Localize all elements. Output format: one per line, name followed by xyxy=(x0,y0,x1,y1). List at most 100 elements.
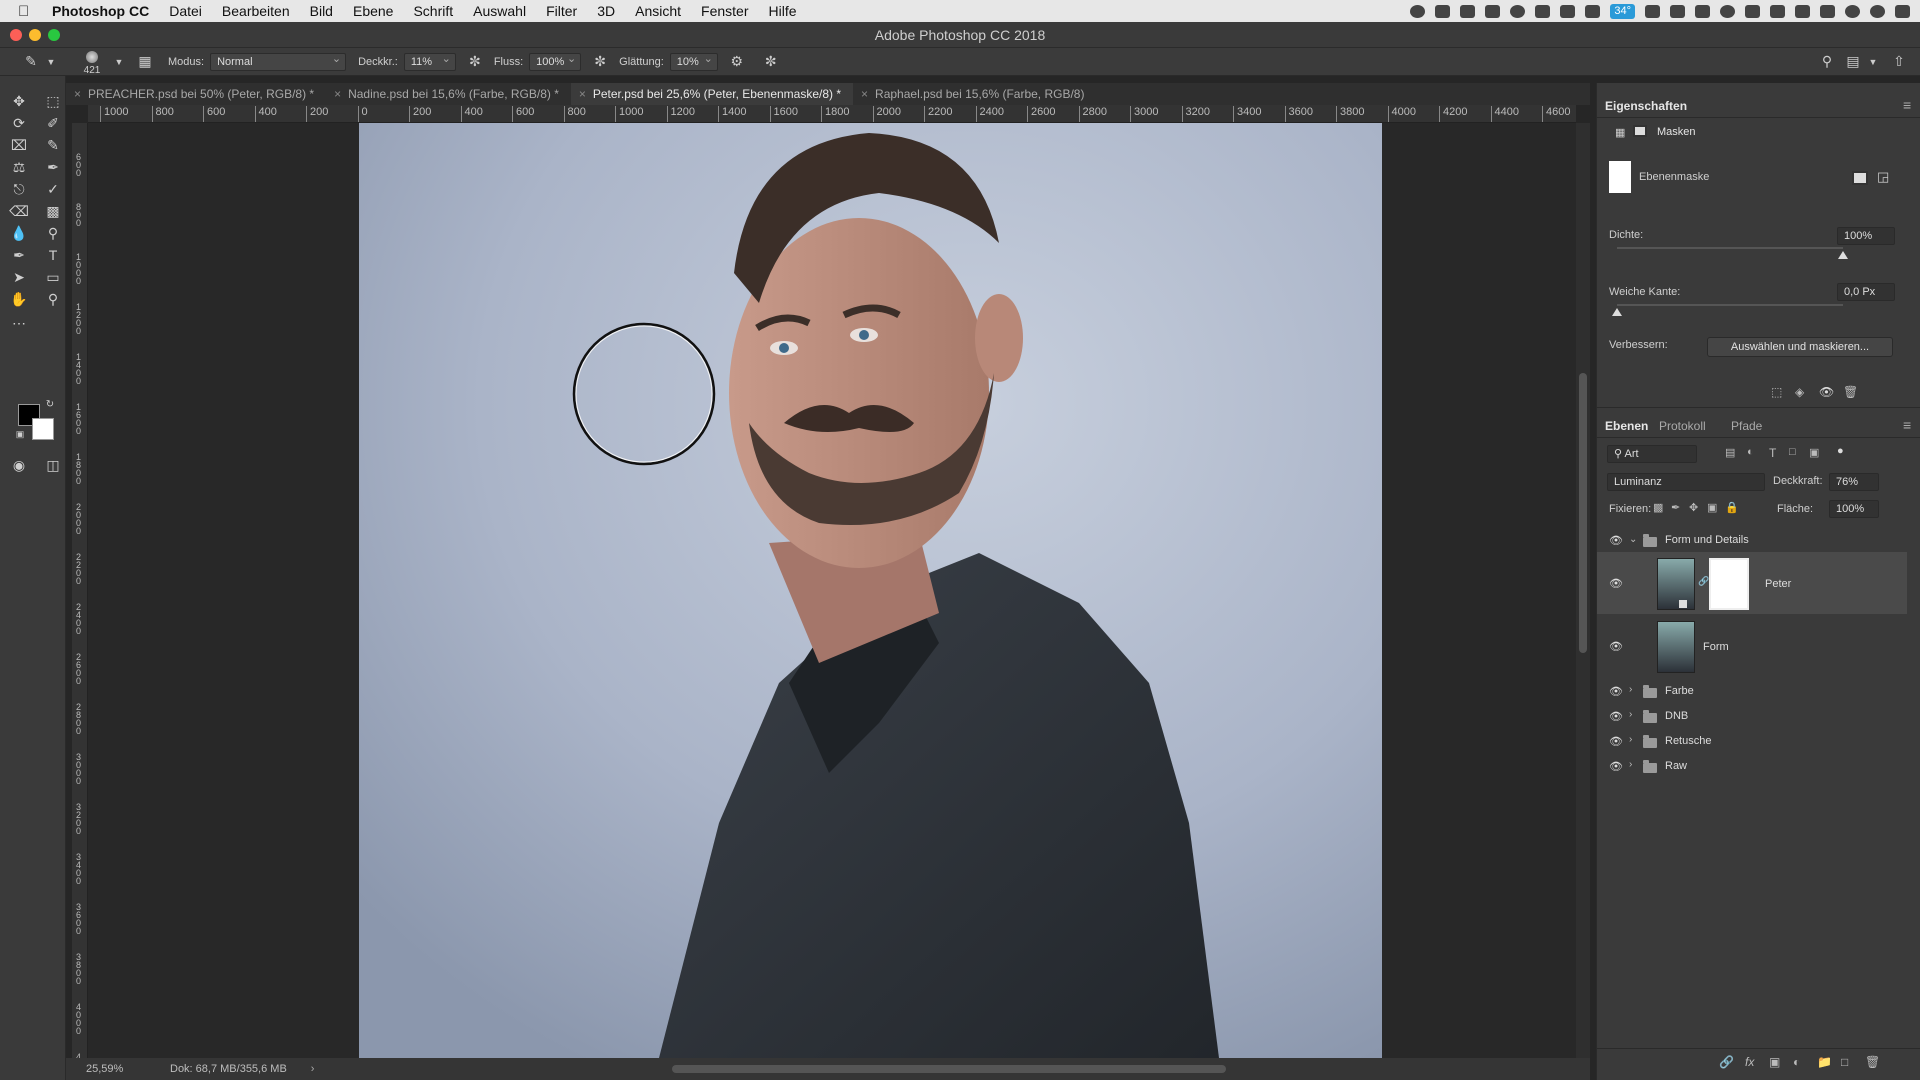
display-icon[interactable] xyxy=(1485,4,1501,18)
gradient-tool-icon[interactable]: ▩ xyxy=(42,200,64,222)
maximize-window-icon[interactable] xyxy=(48,29,60,41)
smoothing-select[interactable]: 10% xyxy=(669,51,718,71)
airbrush-icon[interactable]: ✼ xyxy=(591,53,609,71)
filter-type-icon[interactable]: T xyxy=(1769,446,1776,460)
lock-pixels-icon[interactable]: ✒ xyxy=(1671,501,1680,514)
lock-position-icon[interactable]: ✥ xyxy=(1689,501,1698,514)
default-colors-icon[interactable]: ▣ xyxy=(14,428,26,440)
add-mask-icon[interactable]: ▣ xyxy=(1769,1055,1780,1069)
layer-filter-select[interactable]: ⚲ Art xyxy=(1607,445,1697,463)
marquee-tool-icon[interactable]: ⬚ xyxy=(42,90,64,112)
screen-icon[interactable] xyxy=(1435,4,1451,18)
fill-field[interactable]: 100% xyxy=(1829,500,1879,518)
crop-tool-icon[interactable]: ⌧ xyxy=(8,134,30,156)
swap-colors-icon[interactable]: ↻ xyxy=(44,398,56,410)
chat-icon[interactable] xyxy=(1670,4,1685,18)
link-layers-icon[interactable]: 🔗 xyxy=(1719,1055,1734,1069)
dodge-tool-icon[interactable]: ⚲ xyxy=(42,222,64,244)
sync-icon[interactable] xyxy=(1720,4,1735,18)
eye-icon[interactable]: 👁 xyxy=(1609,535,1623,547)
select-pixel-mask-icon[interactable] xyxy=(1852,171,1868,185)
pixel-mask-icon[interactable] xyxy=(1633,125,1647,137)
filter-adjustment-icon[interactable]: ◐ xyxy=(1747,446,1754,458)
density-field[interactable]: 100% xyxy=(1837,227,1895,245)
tab-pfade[interactable]: Pfade xyxy=(1731,419,1762,433)
document-canvas[interactable] xyxy=(88,123,1576,1058)
layer-group-raw[interactable]: 👁 › Raw xyxy=(1597,755,1907,777)
tab-peter[interactable]: × Peter.psd bei 25,6% (Peter, Ebenenmaske… xyxy=(570,83,854,105)
menu-schrift[interactable]: Schrift xyxy=(413,3,453,19)
menu-fenster[interactable]: Fenster xyxy=(701,3,748,19)
lock-artboard-icon[interactable]: ▣ xyxy=(1707,501,1717,514)
siri-icon[interactable] xyxy=(1870,4,1885,18)
hand-tool-icon[interactable]: ✋ xyxy=(8,288,30,310)
brush-tool-icon[interactable]: ✒ xyxy=(42,156,64,178)
blur-tool-icon[interactable]: 💧 xyxy=(8,222,30,244)
calendar-icon[interactable] xyxy=(1695,4,1710,18)
layer-peter[interactable]: 👁 🔗 Peter xyxy=(1597,552,1907,614)
creative-cloud-icon[interactable] xyxy=(1510,4,1526,18)
eye-icon[interactable]: 👁 xyxy=(1609,578,1623,590)
menu-datei[interactable]: Datei xyxy=(169,3,202,19)
adjustment-layer-icon[interactable]: ◐ xyxy=(1793,1055,1800,1069)
menu-filter[interactable]: Filter xyxy=(546,3,577,19)
eye-icon[interactable]: 👁 xyxy=(1609,761,1623,773)
portrait-photo[interactable] xyxy=(359,123,1382,1058)
vertical-scrollbar[interactable] xyxy=(1576,123,1590,1058)
feather-slider-thumb[interactable] xyxy=(1612,308,1622,316)
fx-icon[interactable]: fx xyxy=(1745,1055,1754,1069)
pen-tool-icon[interactable]: ✒ xyxy=(8,244,30,266)
history-brush-tool-icon[interactable]: ✓ xyxy=(42,178,64,200)
layer-opacity-field[interactable]: 76% xyxy=(1829,473,1879,491)
move-tool-icon[interactable]: ✥ xyxy=(8,90,30,112)
quick-mask-icon[interactable]: ◉ xyxy=(8,454,30,476)
vertical-ruler[interactable]: 600 800 1000 1200 1400 1600 1800 2000 2200 2400 26… xyxy=(72,123,88,1058)
chevron-down-icon[interactable]: ▼ xyxy=(42,53,60,71)
pen-icon[interactable] xyxy=(1560,4,1576,18)
horizontal-ruler[interactable]: 1000 800 600 400 200 0 200 400 600 800 1000 1200 140… xyxy=(88,105,1576,123)
filter-pixel-icon[interactable]: ▤ xyxy=(1725,446,1735,459)
layer-group-form-und-details[interactable]: 👁 ⌄ Form und Details xyxy=(1597,529,1907,551)
properties-panel-title[interactable]: Eigenschaften xyxy=(1605,99,1687,113)
load-selection-icon[interactable]: ⬚ xyxy=(1771,385,1782,399)
density-slider-track[interactable] xyxy=(1617,247,1843,249)
tab-nadine[interactable]: × Nadine.psd bei 15,6% (Farbe, RGB/8) * xyxy=(326,83,571,105)
more-tools-icon[interactable]: ⋯ xyxy=(8,312,30,334)
eye-icon[interactable]: 👁 xyxy=(1609,686,1623,698)
tab-ebenen[interactable]: Ebenen xyxy=(1605,419,1648,433)
chevron-down-icon[interactable]: ▼ xyxy=(1864,53,1882,71)
rectangle-tool-icon[interactable]: ▭ xyxy=(42,266,64,288)
density-slider-thumb[interactable] xyxy=(1838,251,1848,259)
menu-app-name[interactable]: Photoshop CC xyxy=(52,3,149,19)
lock-transparent-icon[interactable]: ▩ xyxy=(1653,501,1663,514)
close-icon[interactable]: × xyxy=(74,83,81,105)
lock-all-icon[interactable]: 🔒 xyxy=(1725,501,1739,514)
tab-preacher[interactable]: × PREACHER.psd bei 50% (Peter, RGB/8) * xyxy=(66,83,326,105)
eye-icon[interactable]: 👁 xyxy=(1609,711,1623,723)
close-window-icon[interactable] xyxy=(10,29,22,41)
feather-slider-track[interactable] xyxy=(1617,304,1843,306)
chevron-right-icon[interactable]: › xyxy=(311,1063,315,1075)
battery-badge[interactable]: 34° xyxy=(1610,3,1635,19)
new-layer-icon[interactable]: □ xyxy=(1841,1055,1848,1069)
eyedropper-tool-icon[interactable]: ✎ xyxy=(42,134,64,156)
tab-protokoll[interactable]: Protokoll xyxy=(1659,419,1706,433)
quick-selection-tool-icon[interactable]: ✐ xyxy=(42,112,64,134)
visibility-icon[interactable]: 👁 xyxy=(1819,385,1834,399)
airplay-icon[interactable] xyxy=(1795,4,1810,18)
eraser-tool-icon[interactable]: ⌫ xyxy=(8,200,30,222)
close-icon[interactable]: × xyxy=(579,83,586,105)
vertical-scroll-thumb[interactable] xyxy=(1579,373,1587,653)
menu-auswahl[interactable]: Auswahl xyxy=(473,3,526,19)
chevron-right-icon[interactable]: › xyxy=(1629,759,1632,770)
menu-bild[interactable]: Bild xyxy=(310,3,333,19)
background-color-swatch[interactable] xyxy=(32,418,54,440)
clone-stamp-tool-icon[interactable]: ⎋ xyxy=(8,178,30,200)
screen-mode-icon[interactable]: ◫ xyxy=(42,454,64,476)
minimize-window-icon[interactable] xyxy=(29,29,41,41)
filter-smartobject-icon[interactable]: ▣ xyxy=(1809,446,1819,459)
menu-ansicht[interactable]: Ansicht xyxy=(635,3,681,19)
mode-select[interactable]: Normal xyxy=(210,51,347,71)
blend-mode-select[interactable]: Luminanz xyxy=(1607,473,1765,491)
lasso-tool-icon[interactable]: ⟳ xyxy=(8,112,30,134)
